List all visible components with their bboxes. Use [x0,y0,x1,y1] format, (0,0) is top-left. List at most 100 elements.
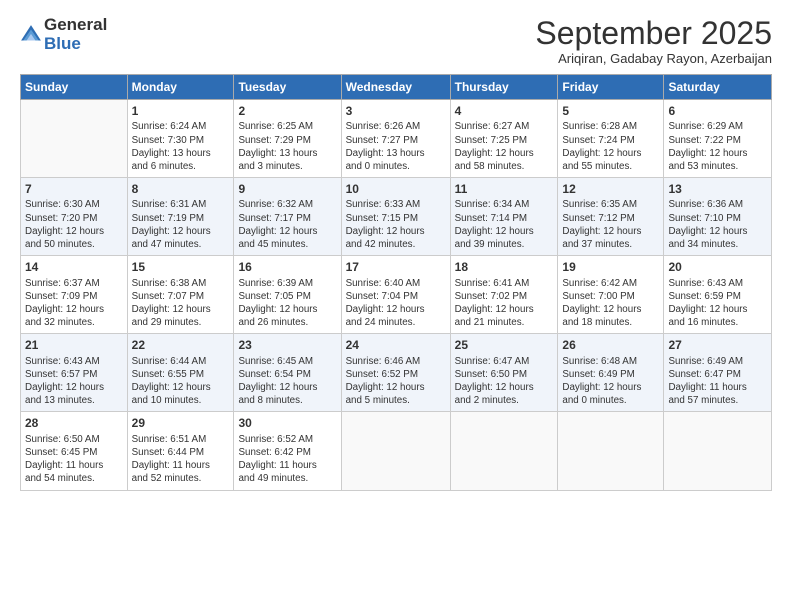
day-cell: 20 Sunrise: 6:43 AM Sunset: 6:59 PM Dayli… [664,256,772,334]
day-cell: 13Sunrise: 6:36 AM Sunset: 7:10 PM Dayli… [664,178,772,256]
title-block: September 2025 Ariqiran, Gadabay Rayon, … [535,16,772,66]
day-info: Sunrise: 6:31 AM Sunset: 7:19 PM Dayligh… [132,198,230,251]
week-row-4: 21 Sunrise: 6:43 AM Sunset: 6:57 PM Dayli… [21,334,772,412]
day-number: 14 [25,259,123,275]
day-info: Sunrise: 6:28 AM Sunset: 7:24 PM Dayligh… [562,120,659,173]
day-info: Sunrise: 6:46 AM Sunset: 6:52 PM Dayligh… [346,355,446,408]
page: General Blue September 2025 Ariqiran, Ga… [0,0,792,501]
day-number: 5 [562,103,659,119]
day-info: Sunrise: 6:43 AM Sunset: 6:57 PM Dayligh… [25,355,123,408]
day-number: 15 [132,259,230,275]
subtitle: Ariqiran, Gadabay Rayon, Azerbaijan [535,51,772,66]
day-number: 21 [25,337,123,353]
day-cell: 14 Sunrise: 6:37 AM Sunset: 7:09 PM Dayli… [21,256,128,334]
day-info: Sunrise: 6:26 AM Sunset: 7:27 PM Dayligh… [346,120,446,173]
day-number: 4 [455,103,554,119]
day-cell: 27Sunrise: 6:49 AM Sunset: 6:47 PM Dayli… [664,334,772,412]
day-number: 19 [562,259,659,275]
logo-text: General Blue [44,16,107,53]
day-info: Sunrise: 6:29 AM Sunset: 7:22 PM Dayligh… [668,120,767,173]
day-number: 6 [668,103,767,119]
day-info: Sunrise: 6:30 AM Sunset: 7:20 PM Dayligh… [25,198,123,251]
day-number: 12 [562,181,659,197]
day-number: 9 [238,181,336,197]
day-cell: 2Sunrise: 6:25 AM Sunset: 7:29 PM Daylig… [234,100,341,178]
logo-general: General [44,16,107,35]
day-cell: 29Sunrise: 6:51 AM Sunset: 6:44 PM Dayli… [127,412,234,490]
week-row-3: 14 Sunrise: 6:37 AM Sunset: 7:09 PM Dayli… [21,256,772,334]
day-info: Sunrise: 6:42 AM Sunset: 7:00 PM Dayligh… [562,277,659,330]
day-cell: 9Sunrise: 6:32 AM Sunset: 7:17 PM Daylig… [234,178,341,256]
day-cell: 16Sunrise: 6:39 AM Sunset: 7:05 PM Dayli… [234,256,341,334]
day-info: Sunrise: 6:41 AM Sunset: 7:02 PM Dayligh… [455,277,554,330]
day-header-monday: Monday [127,75,234,100]
day-cell: 4Sunrise: 6:27 AM Sunset: 7:25 PM Daylig… [450,100,558,178]
day-number: 23 [238,337,336,353]
day-header-friday: Friday [558,75,664,100]
logo: General Blue [20,16,107,53]
day-cell [450,412,558,490]
day-info: Sunrise: 6:45 AM Sunset: 6:54 PM Dayligh… [238,355,336,408]
day-cell: 22 Sunrise: 6:44 AM Sunset: 6:55 PM Dayli… [127,334,234,412]
month-title: September 2025 [535,16,772,51]
day-info: Sunrise: 6:25 AM Sunset: 7:29 PM Dayligh… [238,120,336,173]
calendar-table: SundayMondayTuesdayWednesdayThursdayFrid… [20,74,772,490]
day-number: 8 [132,181,230,197]
day-cell: 26Sunrise: 6:48 AM Sunset: 6:49 PM Dayli… [558,334,664,412]
day-info: Sunrise: 6:36 AM Sunset: 7:10 PM Dayligh… [668,198,767,251]
day-info: Sunrise: 6:39 AM Sunset: 7:05 PM Dayligh… [238,277,336,330]
day-info: Sunrise: 6:38 AM Sunset: 7:07 PM Dayligh… [132,277,230,330]
day-cell: 7Sunrise: 6:30 AM Sunset: 7:20 PM Daylig… [21,178,128,256]
week-row-5: 28 Sunrise: 6:50 AM Sunset: 6:45 PM Dayli… [21,412,772,490]
day-number: 20 [668,259,767,275]
week-row-2: 7Sunrise: 6:30 AM Sunset: 7:20 PM Daylig… [21,178,772,256]
day-number: 17 [346,259,446,275]
day-number: 7 [25,181,123,197]
day-number: 24 [346,337,446,353]
day-cell: 30Sunrise: 6:52 AM Sunset: 6:42 PM Dayli… [234,412,341,490]
day-info: Sunrise: 6:35 AM Sunset: 7:12 PM Dayligh… [562,198,659,251]
day-info: Sunrise: 6:51 AM Sunset: 6:44 PM Dayligh… [132,433,230,486]
day-cell [664,412,772,490]
week-row-1: 1Sunrise: 6:24 AM Sunset: 7:30 PM Daylig… [21,100,772,178]
day-info: Sunrise: 6:27 AM Sunset: 7:25 PM Dayligh… [455,120,554,173]
day-cell: 5Sunrise: 6:28 AM Sunset: 7:24 PM Daylig… [558,100,664,178]
day-info: Sunrise: 6:47 AM Sunset: 6:50 PM Dayligh… [455,355,554,408]
day-cell: 19 Sunrise: 6:42 AM Sunset: 7:00 PM Dayli… [558,256,664,334]
day-cell: 17 Sunrise: 6:40 AM Sunset: 7:04 PM Dayli… [341,256,450,334]
day-header-wednesday: Wednesday [341,75,450,100]
day-cell: 25 Sunrise: 6:47 AM Sunset: 6:50 PM Dayli… [450,334,558,412]
day-number: 22 [132,337,230,353]
day-cell [558,412,664,490]
day-number: 3 [346,103,446,119]
day-cell: 1Sunrise: 6:24 AM Sunset: 7:30 PM Daylig… [127,100,234,178]
day-cell [341,412,450,490]
day-info: Sunrise: 6:43 AM Sunset: 6:59 PM Dayligh… [668,277,767,330]
day-info: Sunrise: 6:44 AM Sunset: 6:55 PM Dayligh… [132,355,230,408]
day-cell [21,100,128,178]
day-info: Sunrise: 6:40 AM Sunset: 7:04 PM Dayligh… [346,277,446,330]
day-cell: 24 Sunrise: 6:46 AM Sunset: 6:52 PM Dayli… [341,334,450,412]
day-number: 11 [455,181,554,197]
day-number: 28 [25,415,123,431]
day-header-saturday: Saturday [664,75,772,100]
day-info: Sunrise: 6:50 AM Sunset: 6:45 PM Dayligh… [25,433,123,486]
day-cell: 18Sunrise: 6:41 AM Sunset: 7:02 PM Dayli… [450,256,558,334]
day-info: Sunrise: 6:34 AM Sunset: 7:14 PM Dayligh… [455,198,554,251]
day-cell: 11Sunrise: 6:34 AM Sunset: 7:14 PM Dayli… [450,178,558,256]
day-info: Sunrise: 6:24 AM Sunset: 7:30 PM Dayligh… [132,120,230,173]
day-cell: 12Sunrise: 6:35 AM Sunset: 7:12 PM Dayli… [558,178,664,256]
logo-icon [20,24,42,46]
day-number: 26 [562,337,659,353]
header: General Blue September 2025 Ariqiran, Ga… [20,16,772,66]
day-info: Sunrise: 6:32 AM Sunset: 7:17 PM Dayligh… [238,198,336,251]
day-info: Sunrise: 6:33 AM Sunset: 7:15 PM Dayligh… [346,198,446,251]
day-number: 25 [455,337,554,353]
logo-blue: Blue [44,35,107,54]
day-number: 2 [238,103,336,119]
header-row: SundayMondayTuesdayWednesdayThursdayFrid… [21,75,772,100]
day-info: Sunrise: 6:37 AM Sunset: 7:09 PM Dayligh… [25,277,123,330]
day-cell: 6Sunrise: 6:29 AM Sunset: 7:22 PM Daylig… [664,100,772,178]
day-number: 1 [132,103,230,119]
day-cell: 28 Sunrise: 6:50 AM Sunset: 6:45 PM Dayli… [21,412,128,490]
